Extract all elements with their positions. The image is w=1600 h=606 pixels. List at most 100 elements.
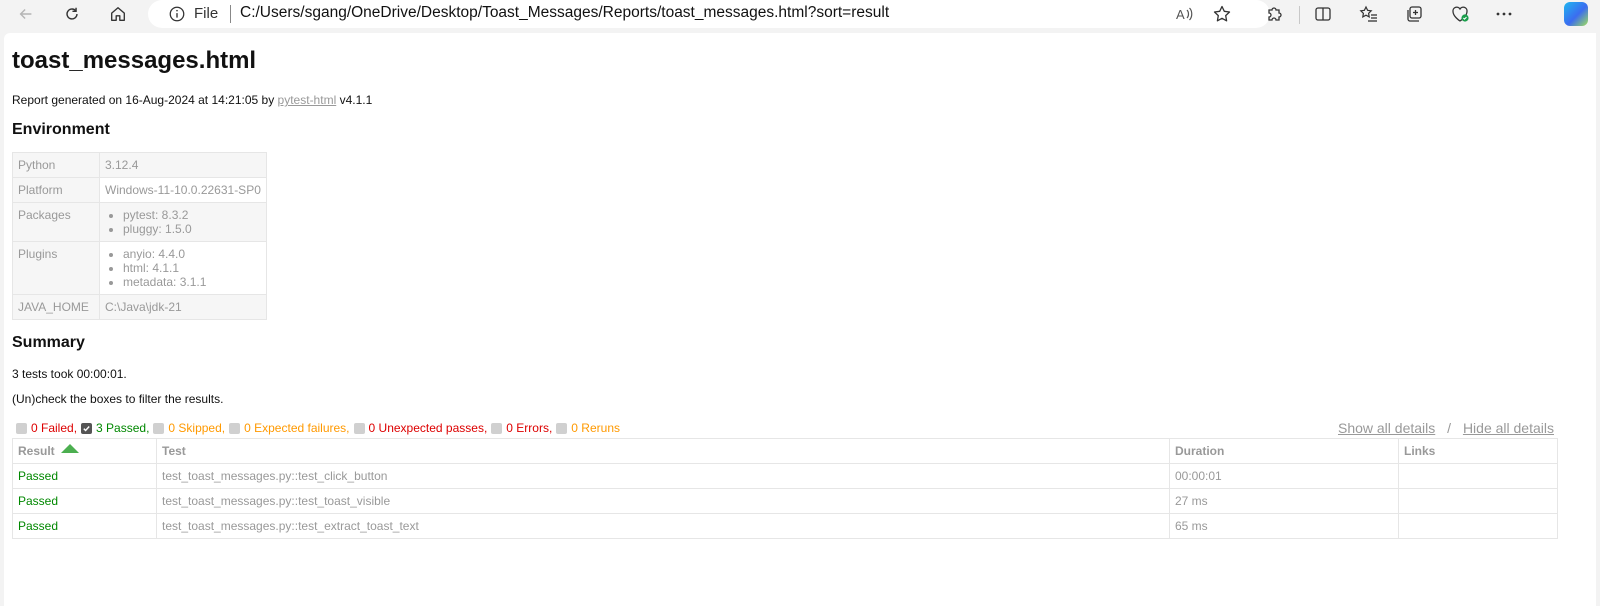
checkbox[interactable] — [556, 422, 568, 434]
svg-text:A: A — [1176, 7, 1185, 22]
favorites-list-icon — [1359, 5, 1377, 22]
favorite-star-icon[interactable] — [1212, 4, 1232, 24]
filter-label: 0 Skipped, — [168, 421, 226, 435]
filter-passed[interactable]: 3 Passed, — [81, 421, 149, 435]
filter-label: 3 Passed, — [96, 421, 150, 435]
favorites-button[interactable] — [1358, 3, 1380, 25]
refresh-button[interactable] — [60, 2, 84, 26]
table-row[interactable]: Passed test_toast_messages.py::test_clic… — [12, 463, 1558, 489]
filter-unexpected-passes[interactable]: 0 Unexpected passes, — [353, 421, 487, 435]
test-cell: test_toast_messages.py::test_extract_toa… — [156, 513, 1170, 539]
report-page: toast_messages.html Report generated on … — [4, 33, 1596, 606]
env-value: Windows-11-10.0.22631-SP0 — [99, 177, 267, 203]
results-header-row: Result Test Duration Links — [12, 438, 1558, 464]
table-row[interactable]: Passed test_toast_messages.py::test_extr… — [12, 513, 1558, 539]
column-header-duration[interactable]: Duration — [1169, 438, 1399, 464]
env-row-python: Python 3.12.4 — [12, 152, 267, 178]
checkbox[interactable] — [81, 422, 93, 434]
duration-cell: 27 ms — [1169, 488, 1399, 514]
column-header-test[interactable]: Test — [156, 438, 1170, 464]
details-toggle: Show all details / Hide all details — [1338, 420, 1554, 436]
back-button[interactable] — [14, 2, 38, 26]
list-item: html: 4.1.1 — [123, 261, 261, 275]
filter-skipped[interactable]: 0 Skipped, — [153, 421, 225, 435]
duration-cell: 65 ms — [1169, 513, 1399, 539]
result-filters: 0 Failed, 3 Passed, 0 Skipped, 0 Expecte… — [16, 421, 624, 435]
env-row-java-home: JAVA_HOME C:\Java\jdk-21 — [12, 294, 267, 320]
test-cell: test_toast_messages.py::test_toast_visib… — [156, 488, 1170, 514]
home-button[interactable] — [106, 2, 130, 26]
collections-icon — [1407, 6, 1422, 22]
env-key: Platform — [12, 177, 100, 203]
url-text[interactable]: C:/Users/sgang/OneDrive/Desktop/Toast_Me… — [240, 4, 889, 22]
filter-failed[interactable]: 0 Failed, — [16, 421, 77, 435]
checkbox[interactable] — [16, 422, 27, 434]
column-label: Links — [1404, 444, 1436, 458]
env-row-plugins: Plugins anyio: 4.4.0 html: 4.1.1 metadat… — [12, 241, 267, 295]
filter-label: 0 Errors, — [506, 421, 553, 435]
env-value: anyio: 4.4.0 html: 4.1.1 metadata: 3.1.1 — [99, 241, 267, 295]
summary-text: 3 tests took 00:00:01. — [12, 367, 127, 381]
result-cell: Passed — [12, 513, 157, 539]
links-cell — [1398, 513, 1558, 539]
column-label: Duration — [1175, 444, 1225, 458]
list-item: pytest: 8.3.2 — [123, 208, 261, 222]
generated-text: Report generated on 16-Aug-2024 at 14:21… — [12, 93, 275, 107]
filter-hint: (Un)check the boxes to filter the result… — [12, 392, 224, 406]
filter-errors[interactable]: 0 Errors, — [491, 421, 552, 435]
summary-heading: Summary — [12, 334, 85, 351]
heart-pulse-icon — [1452, 6, 1469, 22]
filter-expected-failures[interactable]: 0 Expected failures, — [229, 421, 350, 435]
env-value: 3.12.4 — [99, 152, 267, 178]
filter-label: 0 Failed, — [31, 421, 78, 435]
env-key: Packages — [12, 202, 100, 242]
result-cell: Passed — [12, 463, 157, 489]
result-cell: Passed — [12, 488, 157, 514]
sort-ascending-icon — [60, 444, 79, 453]
checkbox[interactable] — [229, 422, 241, 434]
extensions-button[interactable] — [1263, 3, 1285, 25]
browser-toolbar: File C:/Users/sgang/OneDrive/Desktop/Toa… — [0, 0, 1600, 28]
checkbox[interactable] — [491, 422, 503, 434]
show-all-details-link[interactable]: Show all details — [1338, 420, 1435, 436]
details-separator: / — [1447, 420, 1452, 436]
links-cell — [1398, 488, 1558, 514]
home-icon — [111, 7, 125, 21]
version-text: v4.1.1 — [339, 93, 373, 107]
packages-list: pytest: 8.3.2 pluggy: 1.5.0 — [105, 208, 261, 236]
copilot-icon[interactable] — [1564, 2, 1588, 26]
results-table: Result Test Duration Links Passed test_t… — [12, 438, 1558, 539]
toolbar-divider — [1299, 6, 1300, 24]
duration-cell: 00:00:01 — [1169, 463, 1399, 489]
pytest-html-link[interactable]: pytest-html — [278, 93, 337, 107]
column-label: Test — [162, 444, 186, 458]
links-cell — [1398, 463, 1558, 489]
column-header-result[interactable]: Result — [12, 438, 157, 464]
settings-more-button[interactable] — [1493, 3, 1515, 25]
list-item: metadata: 3.1.1 — [123, 275, 261, 289]
checkbox[interactable] — [353, 422, 365, 434]
env-row-packages: Packages pytest: 8.3.2 pluggy: 1.5.0 — [12, 202, 267, 242]
environment-table: Python 3.12.4 Platform Windows-11-10.0.2… — [12, 152, 267, 320]
env-value: C:\Java\jdk-21 — [99, 294, 267, 320]
list-item: pluggy: 1.5.0 — [123, 222, 261, 236]
address-bar[interactable]: File C:/Users/sgang/OneDrive/Desktop/Toa… — [148, 0, 1270, 28]
read-aloud-icon[interactable]: A — [1174, 4, 1194, 24]
column-label: Result — [18, 444, 55, 458]
env-key: Plugins — [12, 241, 100, 295]
env-key: Python — [12, 152, 100, 178]
page-title: toast_messages.html — [12, 47, 257, 74]
table-row[interactable]: Passed test_toast_messages.py::test_toas… — [12, 488, 1558, 514]
checkmark-icon — [83, 425, 90, 432]
puzzle-icon — [1268, 7, 1282, 21]
more-dots-icon — [1496, 12, 1512, 16]
filter-reruns[interactable]: 0 Reruns — [556, 421, 620, 435]
browser-essentials-button[interactable] — [1449, 3, 1471, 25]
collections-button[interactable] — [1403, 3, 1425, 25]
hide-all-details-link[interactable]: Hide all details — [1463, 420, 1554, 436]
split-screen-button[interactable] — [1312, 3, 1334, 25]
checkbox[interactable] — [153, 422, 165, 434]
info-icon[interactable] — [168, 5, 186, 23]
split-screen-icon — [1315, 7, 1331, 21]
env-row-platform: Platform Windows-11-10.0.22631-SP0 — [12, 177, 267, 203]
